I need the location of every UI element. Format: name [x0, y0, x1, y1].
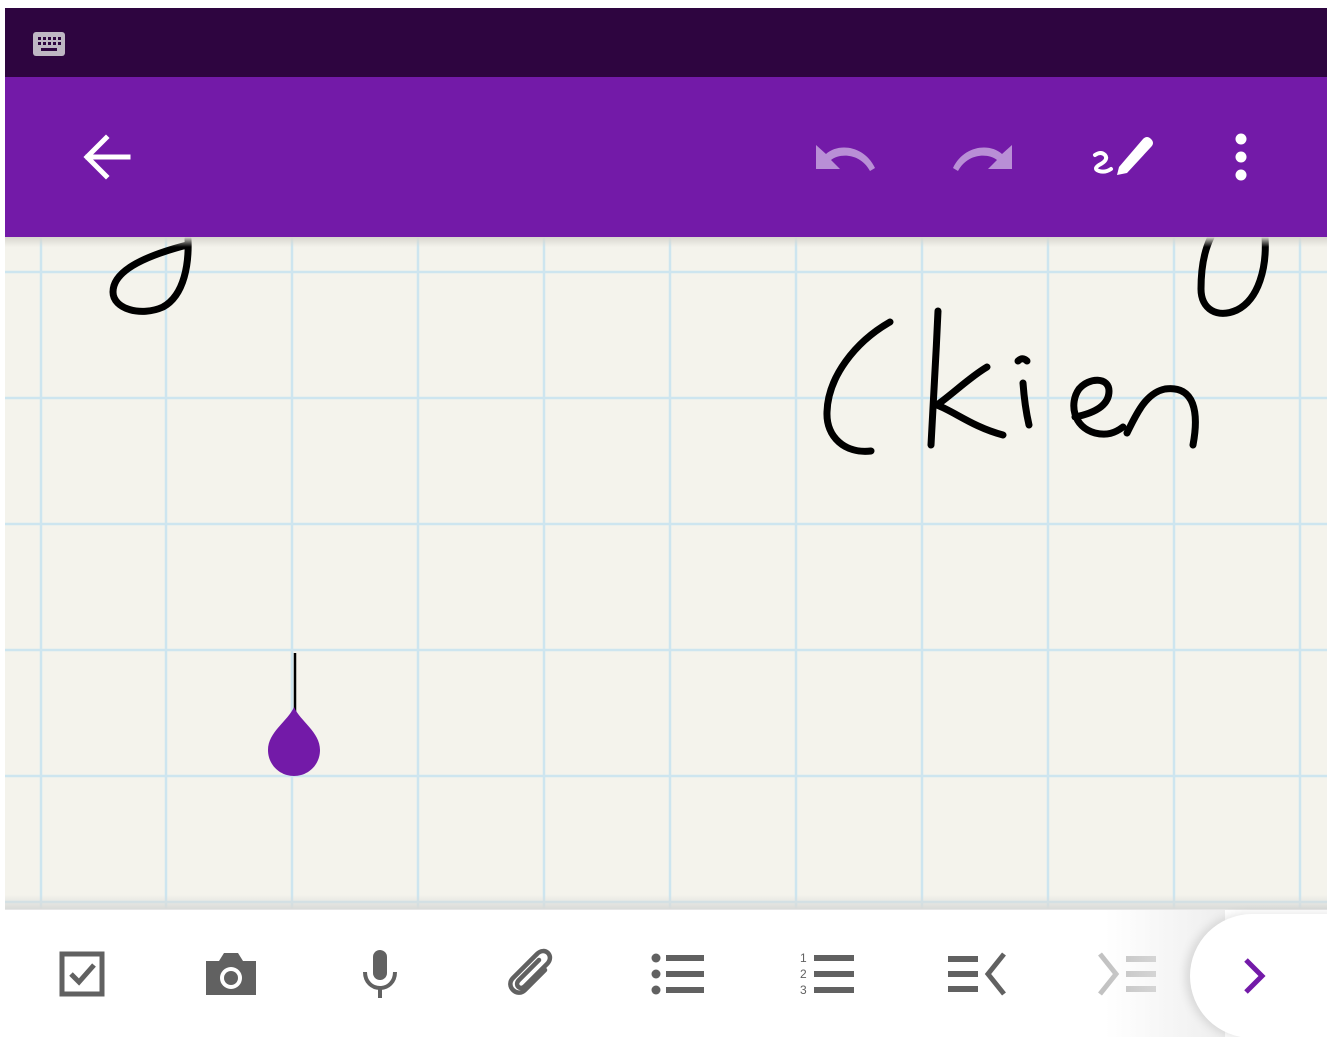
undo-icon	[816, 145, 875, 171]
back-button[interactable]	[67, 117, 147, 197]
bulleted-list-icon	[651, 953, 704, 995]
ink-stroke	[1197, 237, 1269, 317]
ink-stroke	[1019, 379, 1033, 429]
ink-stroke	[823, 318, 894, 455]
back-arrow-icon	[83, 134, 131, 180]
microphone-button[interactable]	[350, 944, 410, 1004]
formatting-toolbar: 1 2 3	[5, 909, 1327, 1037]
cursor-handle	[268, 707, 320, 776]
ink-stroke	[1123, 385, 1199, 449]
undo-button[interactable]	[805, 117, 885, 197]
list-number-3: 3	[800, 983, 807, 997]
microphone-icon	[363, 950, 397, 998]
more-options-button[interactable]	[1201, 117, 1281, 197]
redo-icon	[953, 145, 1012, 171]
ink-stroke	[927, 307, 942, 449]
handwriting-ink	[109, 237, 1269, 776]
decrease-indent-button[interactable]	[947, 944, 1007, 1004]
numbered-list-icon: 1 2 3	[800, 951, 854, 997]
redo-button[interactable]	[943, 117, 1023, 197]
camera-icon	[206, 953, 256, 995]
more-vert-icon	[1235, 133, 1247, 181]
canvas-top-shadow	[5, 237, 1327, 247]
list-number-2: 2	[800, 967, 807, 981]
chevron-right-icon	[1244, 958, 1266, 994]
expand-toolbar-button[interactable]	[1190, 914, 1327, 1037]
attach-button[interactable]	[501, 944, 561, 1004]
canvas-bottom-shade	[5, 895, 1327, 909]
list-number-1: 1	[800, 951, 807, 965]
pen-edit-icon	[1093, 137, 1153, 175]
ink-stroke	[1014, 355, 1031, 365]
checkbox-icon	[59, 951, 105, 997]
ink-stroke	[1070, 376, 1127, 438]
numbered-list-button[interactable]: 1 2 3	[798, 944, 858, 1004]
pen-mode-button[interactable]	[1080, 117, 1160, 197]
app-bar	[5, 77, 1327, 237]
note-canvas[interactable]	[5, 237, 1327, 909]
keyboard-icon	[33, 32, 65, 56]
camera-button[interactable]	[201, 944, 261, 1004]
attachment-icon	[508, 948, 553, 995]
ink-stroke	[933, 363, 1007, 439]
status-bar	[5, 8, 1327, 77]
bulleted-list-button[interactable]	[648, 944, 708, 1004]
checkbox-button[interactable]	[52, 944, 112, 1004]
app-window: 1 2 3	[5, 8, 1327, 1037]
decrease-indent-icon	[948, 952, 1006, 996]
ink-stroke	[109, 237, 192, 315]
